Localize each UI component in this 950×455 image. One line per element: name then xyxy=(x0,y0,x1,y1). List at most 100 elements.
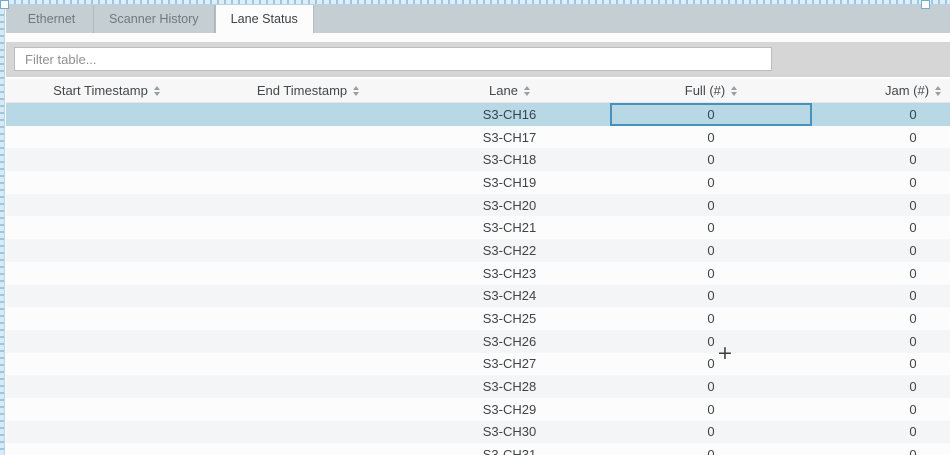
table-row[interactable]: S3-CH24 0 0 xyxy=(6,285,950,308)
table-row[interactable]: S3-CH21 0 0 xyxy=(6,216,950,239)
table-row[interactable]: S3-CH25 0 0 xyxy=(6,307,950,330)
cell-full[interactable]: 0 xyxy=(610,330,812,353)
column-header-jam[interactable]: Jam (#) xyxy=(812,79,950,102)
cell-full[interactable]: 0 xyxy=(610,126,812,149)
sort-arrows-icon[interactable] xyxy=(154,86,160,96)
cell-end-timestamp[interactable] xyxy=(207,126,409,149)
cell-start-timestamp[interactable] xyxy=(6,330,207,353)
cell-jam[interactable]: 0 xyxy=(812,353,950,376)
table-row[interactable]: S3-CH28 0 0 xyxy=(6,375,950,398)
cell-start-timestamp[interactable] xyxy=(6,239,207,262)
cell-jam[interactable]: 0 xyxy=(812,330,950,353)
cell-jam[interactable]: 0 xyxy=(812,171,950,194)
selection-handle-top-right[interactable] xyxy=(921,0,930,9)
cell-full[interactable]: 0 xyxy=(610,194,812,217)
column-header-start-timestamp[interactable]: Start Timestamp xyxy=(6,79,207,102)
cell-full[interactable]: 0 xyxy=(610,216,812,239)
tab-ethernet[interactable]: Ethernet xyxy=(10,5,94,33)
cell-jam[interactable]: 0 xyxy=(812,262,950,285)
table-row[interactable]: S3-CH22 0 0 xyxy=(6,239,950,262)
cell-start-timestamp[interactable] xyxy=(6,171,207,194)
cell-jam[interactable]: 0 xyxy=(812,421,950,444)
cell-lane[interactable]: S3-CH27 xyxy=(409,353,610,376)
cell-lane[interactable]: S3-CH21 xyxy=(409,216,610,239)
cell-end-timestamp[interactable] xyxy=(207,216,409,239)
table-row[interactable]: S3-CH18 0 0 xyxy=(6,148,950,171)
cell-jam[interactable]: 0 xyxy=(812,103,950,126)
cell-start-timestamp[interactable] xyxy=(6,443,207,455)
cell-lane[interactable]: S3-CH30 xyxy=(409,421,610,444)
filter-table-input[interactable] xyxy=(14,47,772,71)
sort-arrows-icon[interactable] xyxy=(731,86,737,96)
cell-jam[interactable]: 0 xyxy=(812,216,950,239)
cell-start-timestamp[interactable] xyxy=(6,398,207,421)
cell-full[interactable]: 0 xyxy=(610,307,812,330)
cell-lane[interactable]: S3-CH19 xyxy=(409,171,610,194)
cell-full[interactable]: 0 xyxy=(610,262,812,285)
column-header-full[interactable]: Full (#) xyxy=(610,79,812,102)
cell-lane[interactable]: S3-CH17 xyxy=(409,126,610,149)
cell-end-timestamp[interactable] xyxy=(207,330,409,353)
sort-arrows-icon[interactable] xyxy=(935,86,941,96)
cell-start-timestamp[interactable] xyxy=(6,148,207,171)
cell-end-timestamp[interactable] xyxy=(207,239,409,262)
cell-jam[interactable]: 0 xyxy=(812,126,950,149)
cell-start-timestamp[interactable] xyxy=(6,103,207,126)
cell-end-timestamp[interactable] xyxy=(207,443,409,455)
cell-start-timestamp[interactable] xyxy=(6,285,207,308)
cell-full[interactable]: 0 xyxy=(610,148,812,171)
cell-jam[interactable]: 0 xyxy=(812,443,950,455)
cell-lane[interactable]: S3-CH22 xyxy=(409,239,610,262)
cell-lane[interactable]: S3-CH28 xyxy=(409,375,610,398)
cell-start-timestamp[interactable] xyxy=(6,307,207,330)
table-row[interactable]: S3-CH30 0 0 xyxy=(6,421,950,444)
cell-full[interactable]: 0 xyxy=(610,375,812,398)
cell-end-timestamp[interactable] xyxy=(207,262,409,285)
cell-end-timestamp[interactable] xyxy=(207,171,409,194)
cell-lane[interactable]: S3-CH24 xyxy=(409,285,610,308)
cell-lane[interactable]: S3-CH20 xyxy=(409,194,610,217)
cell-lane[interactable]: S3-CH23 xyxy=(409,262,610,285)
column-header-lane[interactable]: Lane xyxy=(409,79,610,102)
cell-lane[interactable]: S3-CH16 xyxy=(409,103,610,126)
tab-lane-status[interactable]: Lane Status xyxy=(215,5,314,33)
selection-handle-top-left[interactable] xyxy=(0,0,9,9)
cell-end-timestamp[interactable] xyxy=(207,353,409,376)
table-row[interactable]: S3-CH19 0 0 xyxy=(6,171,950,194)
cell-full[interactable]: 0 xyxy=(610,443,812,455)
cell-start-timestamp[interactable] xyxy=(6,375,207,398)
cell-lane[interactable]: S3-CH26 xyxy=(409,330,610,353)
table-row[interactable]: S3-CH27 0 0 xyxy=(6,353,950,376)
cell-end-timestamp[interactable] xyxy=(207,194,409,217)
cell-start-timestamp[interactable] xyxy=(6,353,207,376)
tab-scanner-history[interactable]: Scanner History xyxy=(94,5,215,33)
cell-end-timestamp[interactable] xyxy=(207,148,409,171)
cell-end-timestamp[interactable] xyxy=(207,375,409,398)
sort-arrows-icon[interactable] xyxy=(524,86,530,96)
cell-end-timestamp[interactable] xyxy=(207,421,409,444)
cell-full[interactable]: 0 xyxy=(610,353,812,376)
cell-full[interactable]: 0 xyxy=(610,103,812,126)
cell-lane[interactable]: S3-CH25 xyxy=(409,307,610,330)
table-row[interactable]: S3-CH26 0 0 xyxy=(6,330,950,353)
table-row[interactable]: S3-CH31 0 0 xyxy=(6,443,950,455)
cell-jam[interactable]: 0 xyxy=(812,375,950,398)
cell-lane[interactable]: S3-CH31 xyxy=(409,443,610,455)
sort-arrows-icon[interactable] xyxy=(353,86,359,96)
cell-end-timestamp[interactable] xyxy=(207,307,409,330)
table-row[interactable]: S3-CH16 0 0 xyxy=(6,103,950,126)
cell-jam[interactable]: 0 xyxy=(812,285,950,308)
table-row[interactable]: S3-CH23 0 0 xyxy=(6,262,950,285)
cell-full[interactable]: 0 xyxy=(610,239,812,262)
table-row[interactable]: S3-CH17 0 0 xyxy=(6,126,950,149)
cell-start-timestamp[interactable] xyxy=(6,194,207,217)
cell-start-timestamp[interactable] xyxy=(6,421,207,444)
table-row[interactable]: S3-CH20 0 0 xyxy=(6,194,950,217)
cell-start-timestamp[interactable] xyxy=(6,262,207,285)
cell-full[interactable]: 0 xyxy=(610,398,812,421)
cell-start-timestamp[interactable] xyxy=(6,126,207,149)
cell-start-timestamp[interactable] xyxy=(6,216,207,239)
cell-jam[interactable]: 0 xyxy=(812,239,950,262)
cell-jam[interactable]: 0 xyxy=(812,307,950,330)
cell-jam[interactable]: 0 xyxy=(812,194,950,217)
